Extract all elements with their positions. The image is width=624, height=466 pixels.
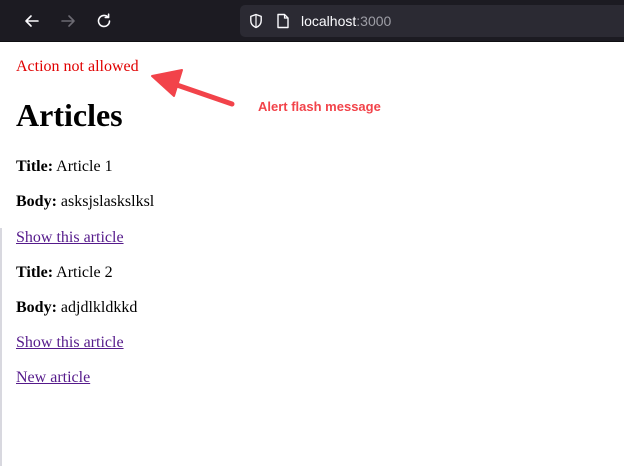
url-host: localhost: [301, 13, 357, 29]
body-label: Body:: [16, 299, 57, 316]
article-title-value: Article 2: [56, 264, 113, 281]
article-body-value: adjdlkldkkd: [60, 299, 138, 316]
url-port: :3000: [356, 13, 392, 29]
article-body-value: asksjslaskslksl: [60, 193, 155, 210]
article-title-value: Article 1: [56, 158, 113, 175]
shield-icon[interactable]: [248, 13, 264, 29]
reload-button[interactable]: [92, 9, 116, 33]
title-label: Title:: [16, 158, 54, 175]
show-article-2-link[interactable]: Show this article: [16, 334, 124, 351]
url-text[interactable]: localhost:3000: [301, 13, 391, 29]
flash-alert: Action not allowed: [16, 58, 139, 75]
page-icon: [277, 13, 289, 29]
arrow-left-icon: [25, 15, 39, 27]
reload-icon: [97, 13, 111, 28]
arrow-right-icon: [61, 15, 75, 27]
annotation-arrow-icon: [151, 69, 235, 107]
title-label: Title:: [16, 264, 54, 281]
url-bar[interactable]: localhost:3000: [240, 5, 624, 37]
back-button[interactable]: [20, 9, 44, 33]
article-2-body: Body: adjdlkldkkd: [16, 299, 137, 317]
article-2-show-row: Show this article: [16, 334, 124, 352]
new-article-row: New article: [16, 369, 90, 387]
body-label: Body:: [16, 193, 57, 210]
article-2-title: Title: Article 2: [16, 264, 113, 282]
browser-toolbar: localhost:3000: [0, 0, 624, 42]
page-title: Articles: [16, 97, 123, 133]
annotation-label: Alert flash message: [258, 99, 381, 114]
new-article-link[interactable]: New article: [16, 369, 90, 386]
article-1-title: Title: Article 1: [16, 158, 113, 176]
forward-button[interactable]: [56, 9, 80, 33]
window-edge-divider: [0, 228, 2, 466]
show-article-1-link[interactable]: Show this article: [16, 229, 124, 246]
article-1-show-row: Show this article: [16, 229, 124, 247]
article-1-body: Body: asksjslaskslksl: [16, 193, 154, 211]
